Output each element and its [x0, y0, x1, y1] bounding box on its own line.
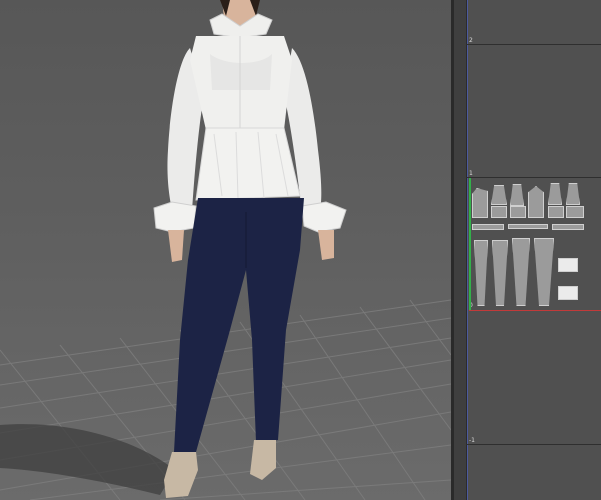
y-axis-line — [469, 178, 471, 310]
pattern-piece[interactable] — [510, 206, 526, 218]
ruler-axis-line — [467, 0, 468, 500]
pattern-piece[interactable] — [472, 224, 504, 230]
3d-viewport[interactable] — [0, 0, 451, 500]
pattern-piece[interactable] — [474, 240, 488, 306]
pattern-piece[interactable] — [548, 183, 562, 205]
pattern-piece[interactable] — [558, 286, 578, 300]
viewport-scene — [0, 0, 451, 500]
pattern-piece[interactable] — [534, 238, 554, 306]
avatar-figure[interactable] — [153, 0, 347, 498]
grid-line — [466, 444, 601, 445]
pattern-piece[interactable] — [558, 258, 578, 272]
ruler-tick-label: 2 — [469, 37, 473, 44]
pattern-piece[interactable] — [566, 206, 584, 218]
pattern-piece[interactable] — [552, 224, 584, 230]
2d-pattern-window[interactable]: 2 1 0 -1 — [454, 0, 601, 500]
pattern-piece[interactable] — [528, 186, 544, 218]
pattern-piece[interactable] — [510, 184, 524, 206]
pattern-piece[interactable] — [491, 185, 507, 205]
x-axis-line — [469, 310, 601, 311]
pattern-piece[interactable] — [566, 183, 580, 205]
grid-line — [466, 44, 601, 45]
pattern-piece[interactable] — [492, 240, 508, 306]
pattern-piece[interactable] — [512, 238, 530, 306]
ruler-tick-label: 1 — [469, 170, 473, 177]
pattern-piece[interactable] — [491, 206, 507, 218]
pattern-piece[interactable] — [508, 224, 548, 229]
ruler-tick-label: -1 — [469, 437, 475, 444]
pattern-piece[interactable] — [472, 188, 488, 218]
vertical-ruler — [454, 0, 467, 500]
pattern-piece[interactable] — [548, 206, 564, 218]
grid-line — [466, 177, 601, 178]
